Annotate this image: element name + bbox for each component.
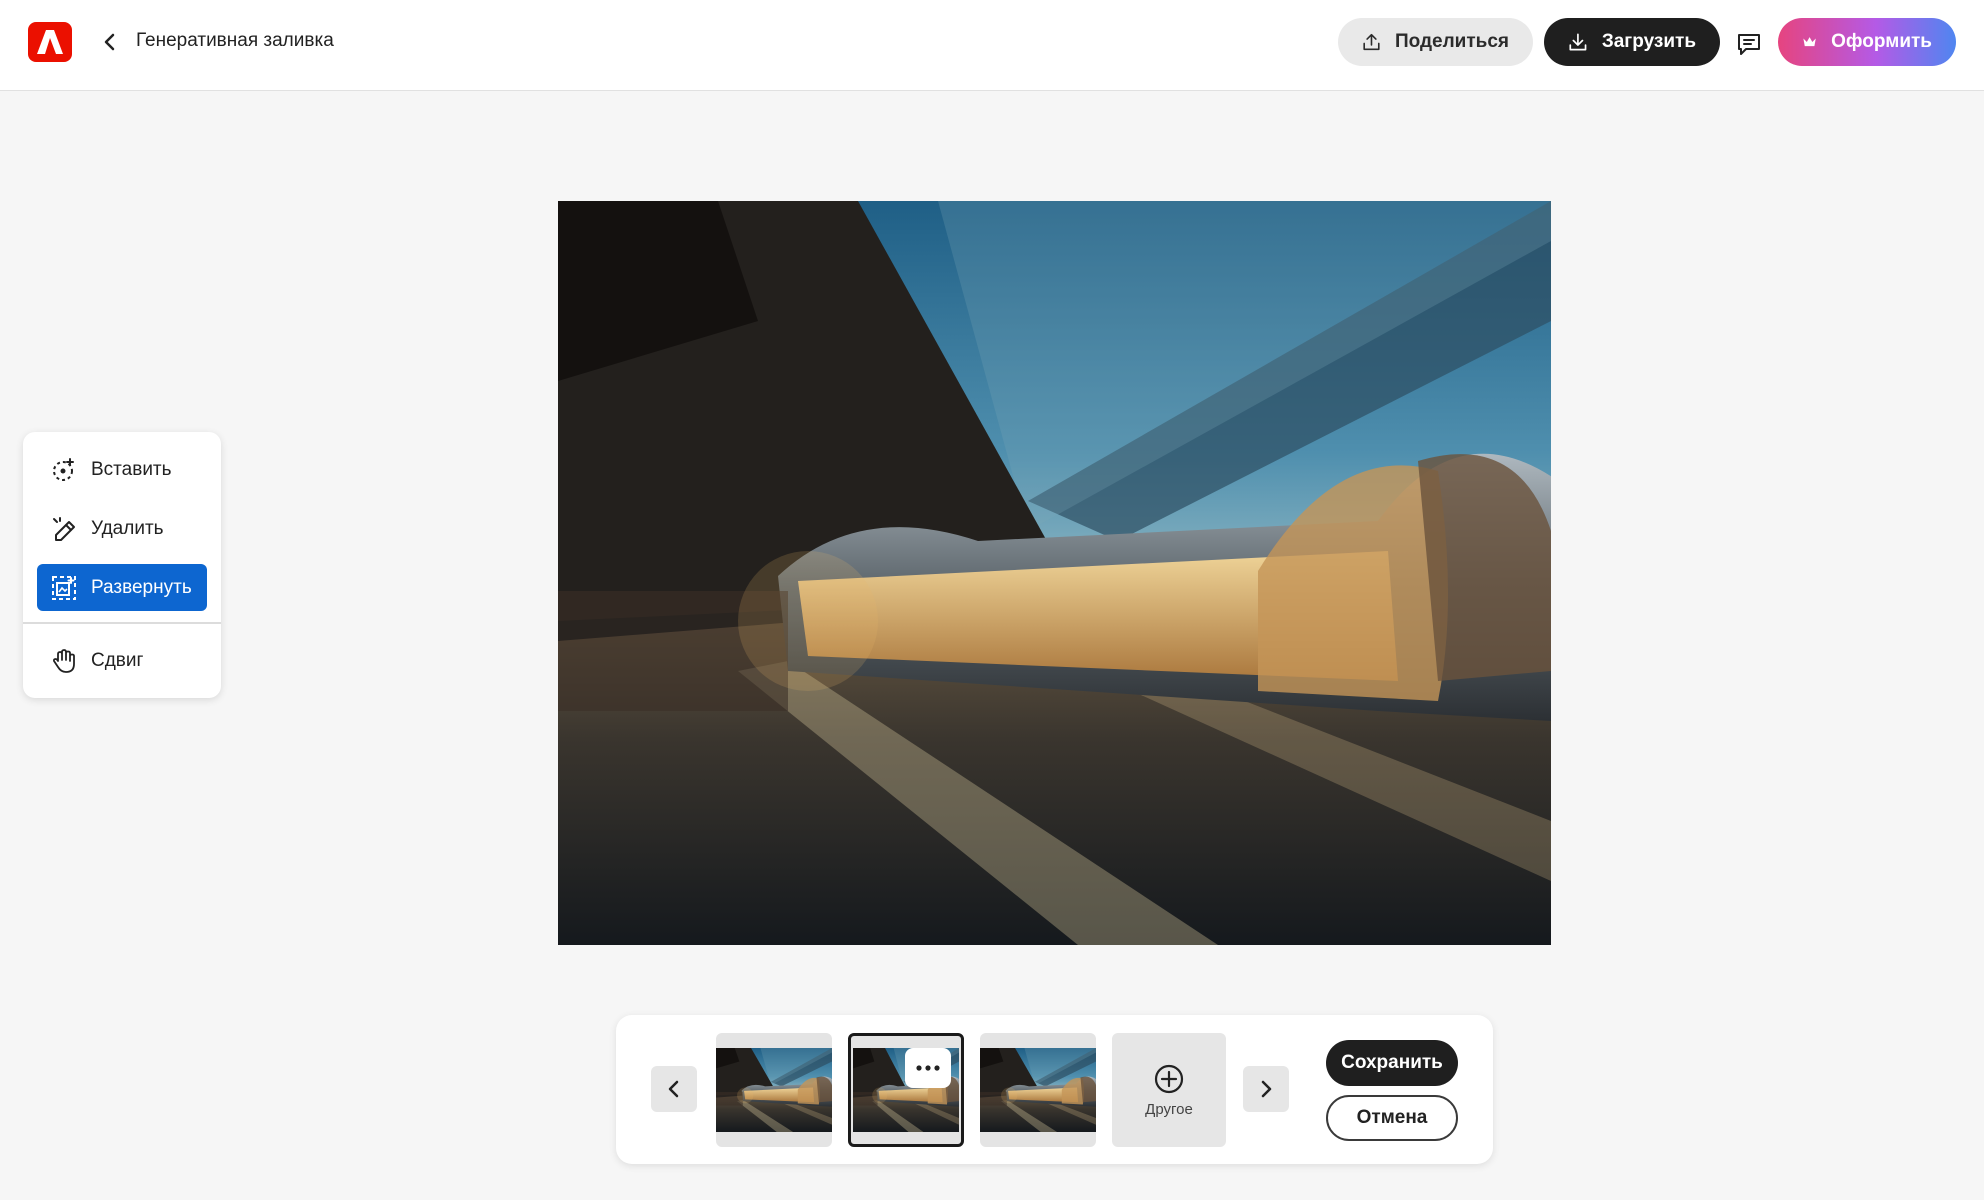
tool-pan[interactable]: Сдвиг [37, 637, 207, 684]
expand-icon [52, 575, 76, 600]
download-icon [1569, 33, 1587, 51]
more-variations-button[interactable]: Другое [1112, 1033, 1226, 1147]
upload-icon [1363, 33, 1380, 51]
back-button[interactable] [94, 26, 126, 58]
share-label: Поделиться [1394, 31, 1509, 52]
top-bar: Генеративная заливка Поделиться Загрузит… [0, 0, 1984, 91]
variation-thumbnail-2[interactable] [848, 1033, 964, 1147]
more-variations-label: Другое [1145, 1100, 1193, 1118]
crown-icon [1803, 37, 1816, 47]
thumbnail-image [980, 1048, 1096, 1132]
more-horizontal-icon [916, 1065, 940, 1071]
download-button[interactable]: Загрузить [1544, 18, 1720, 66]
variation-bar: Другое Сохранить Отмена [616, 1015, 1493, 1164]
tool-insert-label: Вставить [91, 458, 172, 480]
next-variation-button[interactable] [1243, 1066, 1289, 1112]
insert-icon [53, 457, 74, 481]
variation-thumbnail-3[interactable] [980, 1033, 1096, 1147]
chevron-left-icon [104, 33, 115, 51]
remove-icon [53, 516, 75, 541]
plus-circle-icon [1154, 1064, 1184, 1093]
tool-remove-label: Удалить [91, 517, 164, 539]
adobe-express-logo[interactable] [28, 22, 72, 62]
comment-button[interactable] [1733, 28, 1765, 60]
generative-fill-tools: Вставить Удалить Развернуть Сдвиг [23, 432, 221, 698]
tool-insert[interactable]: Вставить [37, 446, 207, 493]
tool-divider [23, 622, 221, 624]
hand-icon [53, 648, 75, 673]
page-title: Генеративная заливка [136, 30, 334, 51]
save-button[interactable]: Сохранить [1326, 1040, 1458, 1086]
chevron-left-icon [668, 1080, 679, 1098]
canvas-image[interactable] [558, 201, 1551, 945]
comment-icon [1738, 34, 1760, 55]
download-label: Загрузить [1601, 31, 1696, 52]
share-button[interactable]: Поделиться [1338, 18, 1533, 66]
premium-button[interactable]: Оформить [1778, 18, 1956, 66]
cancel-button[interactable]: Отмена [1326, 1095, 1458, 1141]
tool-expand-label: Развернуть [91, 576, 192, 598]
premium-label: Оформить [1831, 31, 1932, 52]
thumbnail-image [716, 1048, 832, 1132]
chevron-right-icon [1261, 1080, 1272, 1098]
previous-variation-button[interactable] [651, 1066, 697, 1112]
tool-pan-label: Сдвиг [91, 649, 144, 671]
variation-thumbnail-1[interactable] [716, 1033, 832, 1147]
tool-expand[interactable]: Развернуть [37, 564, 207, 611]
more-options-button[interactable] [905, 1048, 951, 1088]
tool-remove[interactable]: Удалить [37, 505, 207, 552]
